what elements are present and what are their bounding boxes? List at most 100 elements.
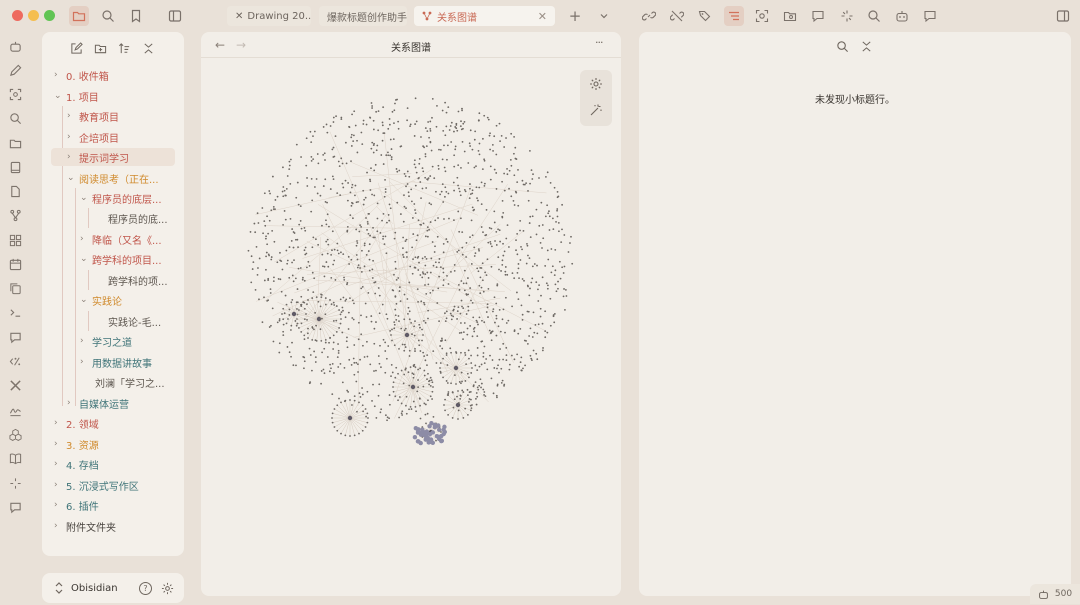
close-window-button[interactable] (12, 10, 23, 21)
tab-drawing[interactable]: ✕ Drawing 20... (227, 6, 311, 26)
right-sidebar-toggle-icon[interactable] (1053, 6, 1073, 26)
tab-graph[interactable]: 关系图谱 ✕ (414, 6, 555, 26)
folder-resources[interactable]: › 3. 资源 (54, 435, 180, 453)
search-icon[interactable] (98, 6, 118, 26)
robot-icon[interactable] (892, 6, 912, 26)
graph-node (286, 259, 289, 262)
book-open-icon[interactable] (6, 449, 24, 467)
calendar-icon[interactable] (6, 255, 24, 273)
graph-node (279, 259, 282, 262)
graph-node (431, 97, 434, 100)
new-folder-icon[interactable] (92, 40, 108, 56)
folder-writing[interactable]: › 5. 沉浸式写作区 (54, 476, 180, 494)
tab-title-assistant[interactable]: 爆款标题创作助手 (319, 6, 407, 26)
file-interdisciplinary-note[interactable]: 跨学科的项... (108, 271, 180, 289)
graph-node (346, 336, 348, 339)
collapse-all-icon[interactable] (140, 40, 156, 56)
folder-areas[interactable]: › 2. 领域 (54, 414, 180, 432)
folder-education[interactable]: › 教育项目 (67, 107, 180, 125)
vault-name[interactable]: Obisidian (71, 583, 118, 594)
git-branch-icon[interactable] (6, 206, 24, 224)
folder-attachments[interactable]: › 附件文件夹 (54, 517, 180, 535)
comment-icon[interactable] (6, 328, 24, 346)
pencil-icon[interactable] (6, 61, 24, 79)
code-percent-icon[interactable] (6, 352, 24, 370)
folder-learning-way[interactable]: › 学习之道 (80, 332, 180, 350)
new-tab-icon[interactable]: + (565, 6, 585, 26)
graph-node (443, 166, 446, 169)
boxes-icon[interactable] (6, 425, 24, 443)
collapse-icon[interactable] (860, 40, 873, 53)
graph-node (477, 199, 479, 202)
help-icon[interactable]: ? (139, 581, 152, 595)
folder-icon[interactable] (6, 134, 24, 152)
sparkle-icon[interactable] (6, 474, 24, 492)
folder-icon[interactable] (69, 6, 89, 26)
graph-node (428, 383, 431, 386)
book-icon[interactable] (6, 158, 24, 176)
minimize-window-button[interactable] (28, 10, 39, 21)
link-icon[interactable] (639, 6, 659, 26)
graph-node (364, 302, 367, 305)
graph-node (493, 135, 496, 138)
folder-search-icon[interactable] (780, 6, 800, 26)
file-icon[interactable] (6, 182, 24, 200)
robot-icon[interactable] (6, 37, 24, 55)
folder-reading[interactable]: ⌄ 阅读思考（正在... (67, 169, 180, 187)
search-icon[interactable] (836, 40, 849, 53)
terminal-icon[interactable] (6, 303, 24, 321)
graph-node (405, 207, 407, 210)
folder-archive[interactable]: › 4. 存档 (54, 455, 180, 473)
graph-node (452, 181, 455, 184)
more-options-button[interactable]: ··· (595, 36, 603, 49)
graph-node (264, 224, 267, 227)
chat-icon[interactable] (6, 498, 24, 516)
signature-icon[interactable] (6, 401, 24, 419)
folder-interdisciplinary[interactable]: ⌄ 跨学科的项目... (80, 250, 180, 268)
chevron-down-icon[interactable] (594, 6, 614, 26)
graph-node (432, 264, 435, 267)
folder-data-story[interactable]: › 用数据讲故事 (80, 353, 180, 371)
graph-node (313, 130, 316, 133)
graph-node (317, 300, 320, 303)
graph-canvas[interactable] (201, 62, 621, 562)
outline-icon[interactable] (724, 6, 744, 26)
folder-enterprise[interactable]: › 企培项目 (67, 128, 180, 146)
search-icon[interactable] (864, 6, 884, 26)
sparkle-icon[interactable] (837, 6, 857, 26)
grid-icon[interactable] (6, 231, 24, 249)
folder-projects[interactable]: ⌄ 1. 项目 (54, 87, 180, 105)
folder-inbox[interactable]: › 0. 收件箱 (54, 66, 180, 84)
chat-icon[interactable] (920, 6, 940, 26)
file-practice-note[interactable]: 实践论-毛... (108, 312, 180, 330)
comment-icon[interactable] (808, 6, 828, 26)
graph-node (304, 253, 307, 256)
tags-icon[interactable] (695, 6, 715, 26)
bookmark-icon[interactable] (126, 6, 146, 26)
scan-icon[interactable] (752, 6, 772, 26)
file-programmer-note[interactable]: 程序员的底... (108, 209, 180, 227)
copy-icon[interactable] (6, 279, 24, 297)
folder-plugins[interactable]: › 6. 插件 (54, 496, 180, 514)
close-tab-icon[interactable]: ✕ (538, 10, 547, 23)
new-note-icon[interactable] (68, 40, 84, 56)
sidebar-toggle-icon[interactable] (165, 6, 185, 26)
scan-icon[interactable] (6, 85, 24, 103)
folder-programmer[interactable]: ⌄ 程序员的底层... (80, 189, 180, 207)
folder-practice[interactable]: ⌄ 实践论 (80, 291, 180, 309)
graph-node (254, 231, 257, 234)
graph-node (375, 369, 377, 372)
folder-arrival[interactable]: › 降临（又名《... (80, 230, 180, 248)
folder-prompt-learning[interactable]: › 提示词学习 (51, 148, 175, 166)
folder-media[interactable]: › 自媒体运营 (67, 394, 180, 412)
chevron-updown-icon[interactable] (54, 582, 64, 594)
robot-icon[interactable] (1038, 589, 1049, 600)
graph-node (364, 426, 367, 428)
unlinked-icon[interactable] (667, 6, 687, 26)
excalidraw-icon[interactable] (6, 376, 24, 394)
zoom-window-button[interactable] (44, 10, 55, 21)
settings-icon[interactable] (161, 582, 174, 595)
sort-icon[interactable] (116, 40, 132, 56)
file-liulan-note[interactable]: 刘澜「学习之... (95, 373, 180, 391)
search-icon[interactable] (6, 109, 24, 127)
